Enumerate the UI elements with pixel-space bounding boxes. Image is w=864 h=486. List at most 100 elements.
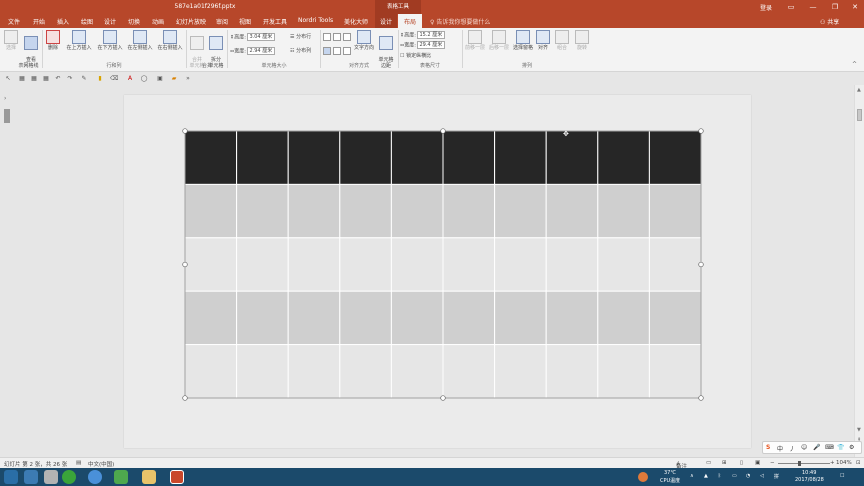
table-cell[interactable] <box>184 237 238 292</box>
table-cell[interactable] <box>442 237 496 292</box>
folder-icon[interactable] <box>142 470 156 484</box>
ime-punctuation-icon[interactable]: 丿 <box>789 444 795 453</box>
table-cell[interactable] <box>545 183 599 239</box>
table-cell[interactable] <box>597 290 650 346</box>
table-cell[interactable] <box>184 344 238 399</box>
reading-view-icon[interactable]: ▯ <box>740 460 743 466</box>
table-cell[interactable] <box>545 344 599 399</box>
scroll-thumb[interactable] <box>857 109 862 121</box>
resize-handle[interactable] <box>182 128 188 134</box>
tray-app-icon[interactable]: ▲ <box>704 473 708 479</box>
resize-handle[interactable] <box>440 395 446 401</box>
cloud-icon[interactable] <box>88 470 102 484</box>
table-cell[interactable] <box>339 183 392 239</box>
tray-icon[interactable] <box>638 472 648 482</box>
bluetooth-icon[interactable]: ᛒ <box>718 473 721 479</box>
table-cell[interactable] <box>648 344 702 399</box>
notification-icon[interactable]: ☐ <box>840 473 844 479</box>
zoom-in-icon[interactable]: + <box>830 460 835 466</box>
table-cell[interactable] <box>287 130 341 185</box>
table-cell[interactable] <box>236 183 289 239</box>
table-cell[interactable] <box>184 130 238 185</box>
table-cell[interactable] <box>184 290 238 346</box>
zoom-out-icon[interactable]: − <box>770 460 775 466</box>
table-cell[interactable] <box>390 237 444 292</box>
slideshow-view-icon[interactable]: ▣ <box>755 460 760 466</box>
table-cell[interactable] <box>339 344 392 399</box>
zoom-slider-thumb[interactable] <box>798 461 801 466</box>
table-cell[interactable] <box>184 183 238 239</box>
resize-handle[interactable] <box>698 261 704 268</box>
table-cell[interactable] <box>236 344 289 399</box>
vertical-scrollbar[interactable]: ▲ ▼ ⇞ ⇟ <box>854 85 864 457</box>
table-cell[interactable] <box>597 237 650 292</box>
table-cell[interactable] <box>287 183 341 239</box>
table-cell[interactable] <box>287 344 341 399</box>
table-cell[interactable] <box>339 130 392 185</box>
table-cell[interactable] <box>597 344 650 399</box>
ime-toolbar[interactable]: S 中 丿 ☺ 🎤 ⌨ 👕 ⚙ <box>762 441 862 454</box>
ime-settings-icon[interactable]: ⚙ <box>849 444 854 451</box>
table-cell[interactable] <box>236 237 289 292</box>
table-cell[interactable] <box>390 344 444 399</box>
table-cell[interactable] <box>494 130 547 185</box>
wifi-icon[interactable]: ◔ <box>746 473 750 479</box>
table-cell[interactable] <box>339 237 392 292</box>
taskview-icon[interactable] <box>24 470 38 484</box>
table-cell[interactable] <box>287 237 341 292</box>
table-cell[interactable] <box>597 130 650 185</box>
scroll-up-icon[interactable]: ▲ <box>857 87 861 93</box>
table-cell[interactable] <box>494 237 547 292</box>
input-method-icon[interactable]: 拼 <box>774 473 779 480</box>
slide-sorter-icon[interactable]: ⊞ <box>722 460 727 466</box>
resize-handle[interactable] <box>182 395 188 401</box>
table-cell[interactable] <box>648 183 702 239</box>
table-cell[interactable] <box>494 290 547 346</box>
table-cell[interactable] <box>648 130 702 185</box>
zoom-level[interactable]: 104% <box>836 460 852 466</box>
ime-voice-icon[interactable]: 🎤 <box>813 444 820 451</box>
resize-handle[interactable] <box>698 128 704 134</box>
table-cell[interactable] <box>236 130 289 185</box>
ime-chinese-mode[interactable]: 中 <box>777 444 783 453</box>
powerpoint-icon[interactable] <box>170 470 184 484</box>
language-indicator[interactable]: 中文(中国) <box>88 460 114 468</box>
resize-handle[interactable] <box>182 261 188 268</box>
volume-icon[interactable]: ◁ <box>760 473 764 479</box>
start-icon[interactable] <box>4 470 18 484</box>
table-cell[interactable] <box>236 290 289 346</box>
resize-handle[interactable] <box>440 128 446 134</box>
tray-chevron-icon[interactable]: ∧ <box>690 473 694 479</box>
app-icon[interactable] <box>44 470 58 484</box>
table-cell[interactable] <box>339 290 392 346</box>
wechat-icon[interactable] <box>114 470 128 484</box>
ime-keyboard-icon[interactable]: ⌨ <box>825 444 834 451</box>
table-cell[interactable] <box>390 290 444 346</box>
table-cell[interactable] <box>545 130 599 185</box>
table-cell[interactable] <box>648 237 702 292</box>
table-cell[interactable] <box>597 183 650 239</box>
zoom-slider[interactable] <box>778 463 830 464</box>
table-cell[interactable] <box>545 237 599 292</box>
ime-skin-icon[interactable]: 👕 <box>837 444 844 451</box>
browser-icon[interactable] <box>62 470 76 484</box>
table-cell[interactable] <box>442 183 496 239</box>
table-cell[interactable] <box>545 290 599 346</box>
table-cell[interactable] <box>390 130 444 185</box>
table-cell[interactable] <box>442 130 496 185</box>
normal-view-icon[interactable]: ▭ <box>706 460 711 466</box>
table-cell[interactable] <box>442 290 496 346</box>
scroll-down-icon[interactable]: ▼ <box>857 427 861 433</box>
table-cell[interactable] <box>648 290 702 346</box>
table-cell[interactable] <box>287 290 341 346</box>
table[interactable]: ✥ <box>0 0 864 486</box>
ime-emoji-icon[interactable]: ☺ <box>801 444 807 451</box>
table-cell[interactable] <box>442 344 496 399</box>
resize-handle[interactable] <box>698 395 704 401</box>
fit-slide-icon[interactable]: ⊡ <box>856 460 861 466</box>
battery-icon[interactable]: ▭ <box>732 473 737 479</box>
spellcheck-icon[interactable]: ▤ <box>76 460 81 466</box>
table-cell[interactable] <box>390 183 444 239</box>
table-cell[interactable] <box>494 183 547 239</box>
table-cell[interactable] <box>494 344 547 399</box>
